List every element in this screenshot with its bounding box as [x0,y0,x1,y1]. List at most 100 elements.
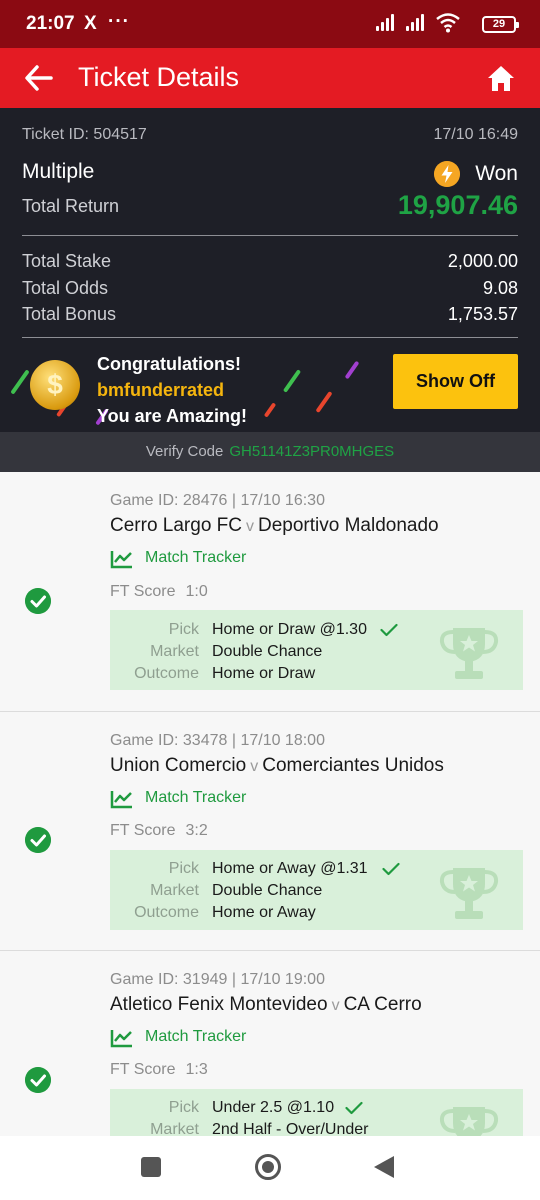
match-teams: Atletico Fenix Montevideo v CA Cerro [110,994,422,1016]
outcome-value: Home or Away [212,904,316,921]
market-value: 2nd Half - Over/Under [212,1121,369,1136]
verify-code-value[interactable]: GH51141Z3PR0MHGES [229,443,394,460]
match-tracker-link[interactable]: Match Tracker [110,788,270,810]
outcome-label: Outcome [134,904,199,921]
home-team: Atletico Fenix Montevideo [110,994,328,1015]
total-stake-value: 2,000.00 [447,251,518,271]
total-bonus-label: Total Bonus [22,304,117,324]
username: bmfunderrated [97,380,225,400]
battery-icon: 29 [482,16,519,33]
match-tracker-label: Match Tracker [145,789,247,806]
dollar-icon: $ [47,369,63,400]
ft-score-value: 1:3 [185,1061,208,1078]
match-tracker-link[interactable]: Match Tracker [110,1027,270,1049]
game-id: Game ID: 33478 | 17/10 18:00 [110,732,325,749]
pick-label: Pick [168,621,199,638]
ft-score-label: FT Score [110,822,176,839]
match-tracker-label: Match Tracker [145,549,247,566]
pick-label: Pick [168,1099,199,1116]
total-return-label: Total Return [22,196,120,216]
home-team: Cerro Largo FC [110,515,242,536]
ft-score-label: FT Score [110,583,176,600]
lightning-icon [434,161,460,187]
decoration [344,360,360,380]
ft-score-value: 3:2 [185,822,208,839]
wifi-icon [436,13,460,33]
pick-details: Pick Home or Draw @1.30 Market Double Ch… [110,610,523,690]
chart-line-icon [110,551,132,569]
ft-score: FT Score 1:0 [110,583,208,601]
ft-score-label: FT Score [110,1061,176,1078]
total-odds-value: 9.08 [482,278,518,298]
game-id: Game ID: 31949 | 17/10 19:00 [110,971,325,988]
decoration [10,369,30,395]
pick-value: Under 2.5 @1.10 [212,1099,335,1116]
versus: v [331,997,340,1014]
market-label: Market [150,882,199,899]
pick-details: Pick Under 2.5 @1.10 Market 2nd Half - O… [110,1089,523,1136]
congrats-banner: $ Congratulations! bmfunderrated You are… [0,338,540,432]
pick-details: Pick Home or Away @1.31 Market Double Ch… [110,850,523,930]
signal-icon [376,13,398,31]
ft-score: FT Score 1:3 [110,1061,208,1079]
home-circle-icon[interactable] [255,1154,281,1180]
decoration [282,369,302,393]
ft-score: FT Score 3:2 [110,822,208,840]
decoration [263,402,277,418]
game-card: Game ID: 31949 | 17/10 19:00 Atletico Fe… [0,951,540,1136]
total-odds-label: Total Odds [22,278,109,298]
system-nav-bar [0,1136,540,1200]
ticket-id: Ticket ID: 504517 [22,126,147,143]
game-card: Game ID: 28476 | 17/10 16:30 Cerro Largo… [0,472,540,712]
recent-apps-icon[interactable] [141,1157,161,1177]
checkmark-icon [345,1101,363,1115]
match-teams: Union Comercio v Comerciantes Unidos [110,755,444,777]
away-team: CA Cerro [343,994,422,1015]
check-circle-icon [25,1067,51,1093]
total-bonus-value: 1,753.57 [447,304,518,324]
back-triangle-icon[interactable] [374,1156,394,1178]
market-value: Double Chance [212,643,323,660]
match-teams: Cerro Largo FC v Deportivo Maldonado [110,515,439,537]
ft-score-value: 1:0 [185,583,208,600]
game-id: Game ID: 28476 | 17/10 16:30 [110,492,325,509]
outcome-value: Home or Draw [212,665,316,682]
home-team: Union Comercio [110,755,247,776]
home-icon[interactable] [486,64,516,92]
ticket-status: Won [428,160,518,188]
clock: 21:07 [26,13,75,34]
chart-line-icon [110,791,132,809]
trophy-icon [439,1107,499,1136]
arrow-left-icon[interactable] [24,64,54,92]
divider [22,235,518,236]
ticket-type: Multiple [22,160,95,183]
market-label: Market [150,643,199,660]
total-stake-label: Total Stake [22,251,112,271]
congrats-title: Congratulations! [97,354,241,374]
verify-code-bar: Verify Code GH51141Z3PR0MHGES [0,432,540,472]
x-app-icon: X [84,13,97,34]
checkmark-icon [382,862,400,876]
signal-icon-2 [406,13,428,31]
page-title: Ticket Details [78,62,240,92]
versus: v [250,758,259,775]
show-off-button[interactable]: Show Off [393,354,518,409]
pick-value: Home or Away @1.31 [212,860,368,877]
chart-line-icon [110,1030,132,1048]
match-tracker-link[interactable]: Match Tracker [110,548,270,570]
trophy-icon [439,868,499,919]
status-won: Won [475,162,518,185]
check-circle-icon [25,827,51,853]
ticket-summary: Ticket ID: 504517 17/10 16:49 Multiple W… [0,108,540,432]
versus: v [246,518,254,535]
away-team: Comerciantes Unidos [262,755,444,776]
match-tracker-label: Match Tracker [145,1028,247,1045]
app-bar: Ticket Details [0,48,540,108]
verify-code-label: Verify Code [145,443,224,460]
total-return-value: 19,907.46 [397,190,518,220]
congrats-subtitle: You are Amazing! [97,406,248,426]
pick-label: Pick [168,860,199,877]
outcome-label: Outcome [134,665,199,682]
status-bar: 21:07 X ··· 29 [0,0,540,48]
away-team: Deportivo Maldonado [258,515,439,536]
